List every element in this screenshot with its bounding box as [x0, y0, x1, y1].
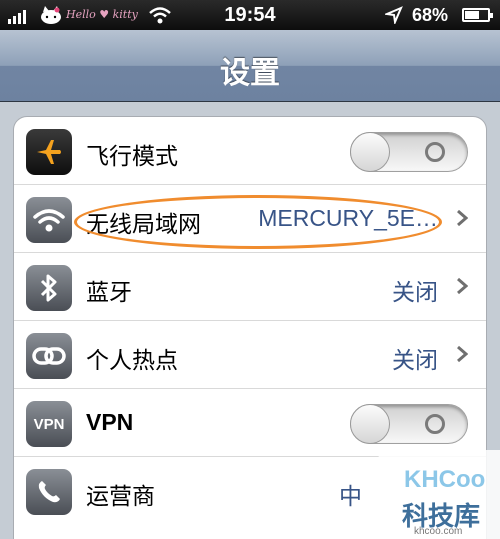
toggle-off-indicator [425, 414, 445, 434]
chevron-right-icon [457, 345, 468, 363]
watermark-url: khcoo.com [414, 526, 463, 537]
vpn-row: VPN VPN [14, 389, 486, 457]
wifi-icon [26, 197, 72, 243]
airplane-mode-label: 飞行模式 [86, 144, 178, 170]
bluetooth-row[interactable]: 蓝牙 关闭 [14, 253, 486, 321]
location-arrow-icon [385, 6, 403, 24]
personal-hotspot-icon [26, 333, 72, 379]
bluetooth-label: 蓝牙 [86, 280, 132, 306]
airplane-icon [26, 129, 72, 175]
personal-hotspot-label: 个人热点 [86, 348, 178, 374]
battery-percent: 68% [412, 5, 449, 25]
carrier-label: 运营商 [86, 484, 155, 510]
personal-hotspot-value: 关闭 [392, 347, 438, 373]
vpn-icon-text: VPN [33, 415, 65, 433]
watermark: KHCoo 科技库 khcoo.com [378, 450, 500, 539]
vpn-toggle[interactable] [350, 404, 468, 444]
toggle-knob [350, 404, 390, 444]
carrier-value: 中 [339, 483, 362, 509]
battery-icon [462, 8, 493, 22]
wifi-network-value: MERCURY_5E… [258, 205, 438, 231]
navigation-bar: 设置 [0, 30, 500, 102]
bluetooth-icon [26, 265, 72, 311]
vpn-icon: VPN [26, 401, 72, 447]
watermark-logo: KHCoo [404, 466, 486, 493]
bluetooth-value: 关闭 [392, 279, 438, 305]
toggle-knob [350, 132, 390, 172]
chevron-right-icon [457, 277, 468, 295]
phone-icon [26, 469, 72, 515]
status-bar: Hello ♥ kitty 19:54 68% [0, 0, 500, 30]
wifi-label: 无线局域网 [86, 212, 201, 238]
page-title: 设置 [220, 56, 280, 91]
airplane-mode-row: 飞行模式 [14, 117, 486, 185]
chevron-right-icon [457, 209, 468, 227]
toggle-off-indicator [425, 142, 445, 162]
airplane-mode-toggle[interactable] [350, 132, 468, 172]
vpn-label: VPN [86, 409, 134, 435]
personal-hotspot-row[interactable]: 个人热点 关闭 [14, 321, 486, 389]
wifi-row[interactable]: 无线局域网 MERCURY_5E… [14, 185, 486, 253]
